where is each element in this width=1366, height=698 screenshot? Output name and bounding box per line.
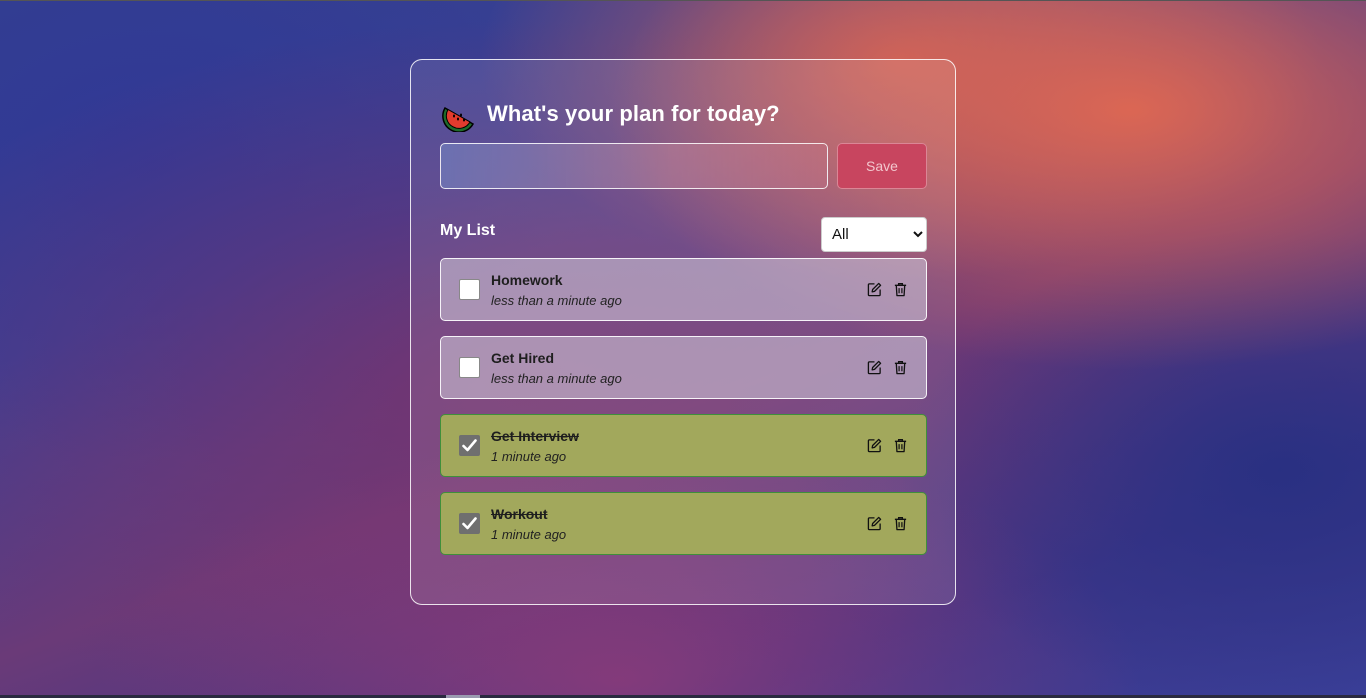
- save-button[interactable]: Save: [837, 143, 927, 189]
- checkmark-icon: [462, 517, 477, 530]
- item-checkbox[interactable]: [459, 435, 480, 456]
- item-timestamp: 1 minute ago: [491, 527, 567, 542]
- item-title: Get Hired: [491, 350, 555, 366]
- page-title: What's your plan for today?: [487, 101, 780, 126]
- filter-select[interactable]: All: [821, 217, 927, 252]
- item-timestamp: less than a minute ago: [491, 371, 622, 386]
- list-item: Homework less than a minute ago: [440, 258, 927, 321]
- task-input[interactable]: [440, 143, 828, 189]
- item-title: Get Interview: [491, 428, 579, 444]
- edit-icon[interactable]: [867, 515, 882, 532]
- watermelon-icon: [442, 106, 475, 132]
- edit-icon[interactable]: [867, 437, 882, 454]
- todo-card: What's your plan for today? Save My List…: [410, 59, 956, 605]
- item-title: Workout: [491, 506, 548, 522]
- item-checkbox[interactable]: [459, 513, 480, 534]
- card-header: What's your plan for today?: [441, 96, 780, 132]
- window-top-border: [0, 0, 1366, 1]
- list-heading: My List: [440, 222, 496, 239]
- item-title: Homework: [491, 272, 563, 288]
- trash-icon[interactable]: [893, 281, 908, 298]
- item-checkbox[interactable]: [459, 357, 480, 378]
- list-item: Workout 1 minute ago: [440, 492, 927, 555]
- checkmark-icon: [462, 439, 477, 452]
- edit-icon[interactable]: [867, 359, 882, 376]
- edit-icon[interactable]: [867, 281, 882, 298]
- todo-list: Homework less than a minute ago Get Hire…: [440, 258, 927, 570]
- item-checkbox[interactable]: [459, 279, 480, 300]
- list-item: Get Hired less than a minute ago: [440, 336, 927, 399]
- trash-icon[interactable]: [893, 437, 908, 454]
- list-item: Get Interview 1 minute ago: [440, 414, 927, 477]
- item-timestamp: less than a minute ago: [491, 293, 622, 308]
- trash-icon[interactable]: [893, 359, 908, 376]
- trash-icon[interactable]: [893, 515, 908, 532]
- item-timestamp: 1 minute ago: [491, 449, 567, 464]
